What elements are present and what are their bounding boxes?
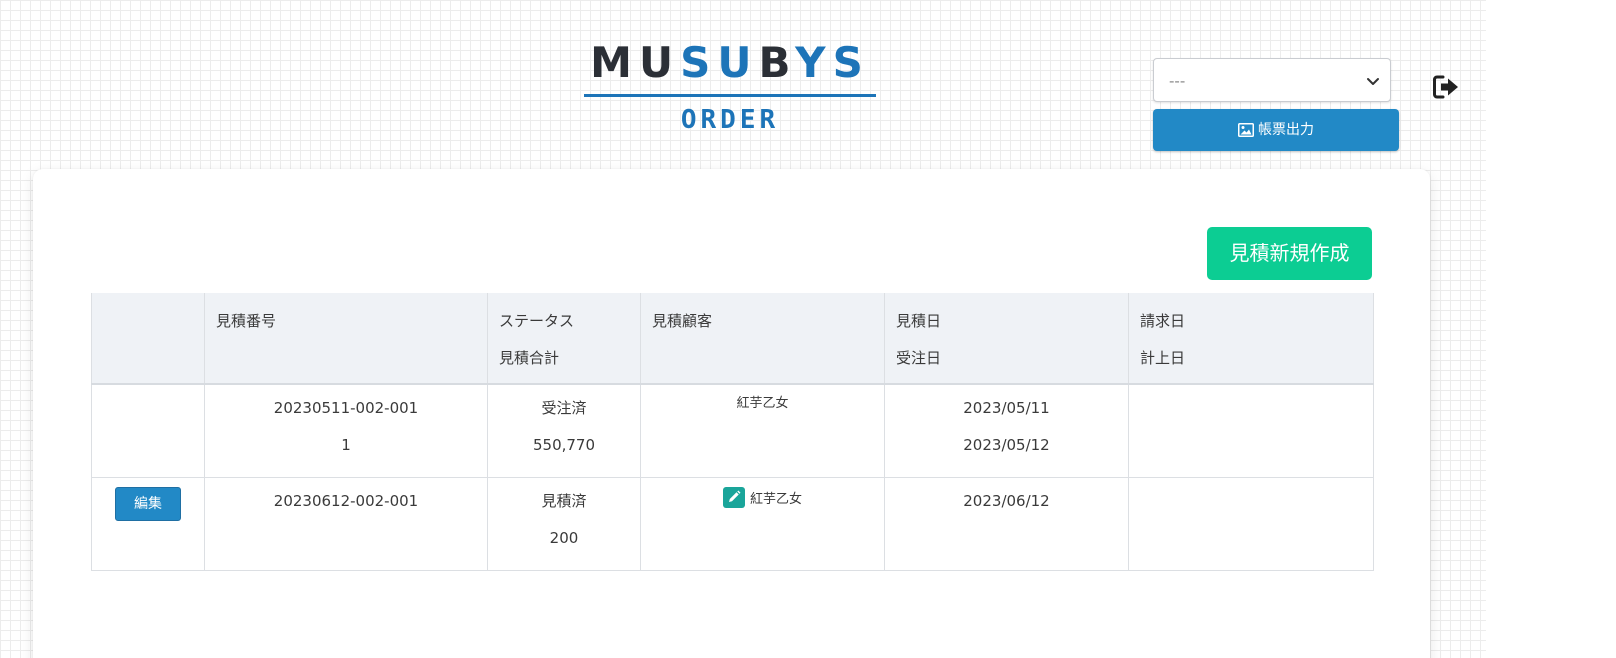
logo-subtitle: ORDER [680,105,780,135]
edit-button[interactable]: 編集 [115,487,181,521]
header-label: 見積日 [896,312,942,330]
logo-part-3: B [758,38,796,87]
order-date: 2023/05/12 [963,436,1050,454]
table-row: 編集 20230612-002-001 見積済 200 紅芋乙女 2023/06… [91,477,1374,571]
column-header-billing-posting-date: 請求日 計上日 [1128,293,1374,385]
estimate-number-cell: 20230511-002-001 1 [204,383,488,478]
image-icon [1238,123,1254,137]
estimate-date: 2023/06/12 [963,492,1050,510]
billing-date-cell [1128,477,1374,571]
actions-cell: 編集 [91,477,205,571]
status-text: 見積済 [541,492,587,510]
estimate-number: 20230612-002-001 [273,492,419,510]
logo-part-4: YS [795,38,870,87]
sign-out-icon[interactable] [1432,74,1460,100]
date-cell: 2023/06/12 [884,477,1129,571]
customer-cell: 紅芋乙女 [640,383,885,478]
header-label: 見積顧客 [652,312,713,330]
status-text: 受注済 [541,399,587,417]
header-label: ステータス [499,312,575,330]
logo-underline [584,94,876,97]
header-label: 見積合計 [499,349,560,367]
musubys-order-logo: MUSUBYS ORDER [584,40,876,140]
header-label: 受注日 [896,349,942,367]
status-total-cell: 見積済 200 [487,477,641,571]
table-header-row: 見積番号 ステータス 見積合計 見積顧客 見積日 受注日 請求日 計上日 [91,293,1374,385]
page-right-margin [1486,0,1616,658]
export-report-label: 帳票出力 [1258,122,1314,138]
estimate-table: 見積番号 ステータス 見積合計 見積顧客 見積日 受注日 請求日 計上日 202… [91,293,1374,571]
estimate-number: 20230511-002-001 [273,399,419,417]
column-header-estimate-number: 見積番号 [204,293,488,385]
column-header-actions [91,293,205,385]
column-header-customer: 見積顧客 [640,293,885,385]
report-select-value: --- [1169,72,1186,90]
logo-wordmark: MUSUBYS [584,40,876,86]
billing-date-cell [1128,383,1374,478]
export-report-button[interactable]: 帳票出力 [1153,109,1399,151]
estimate-date: 2023/05/11 [963,399,1050,417]
column-header-estimate-order-date: 見積日 受注日 [884,293,1129,385]
date-cell: 2023/05/11 2023/05/12 [884,383,1129,478]
pencil-icon[interactable] [722,487,745,508]
estimate-sub-number: 1 [341,436,351,454]
customer-cell: 紅芋乙女 [640,477,885,571]
logo-part-1: MU [590,38,681,87]
new-estimate-button[interactable]: 見積新規作成 [1207,227,1372,280]
customer-name: 紅芋乙女 [749,492,802,507]
header-label: 計上日 [1140,349,1186,367]
estimate-table-container: 見積番号 ステータス 見積合計 見積顧客 見積日 受注日 請求日 計上日 202… [91,293,1374,571]
header-label: 見積番号 [216,312,277,330]
column-header-status-total: ステータス 見積合計 [487,293,641,385]
table-row: 20230511-002-001 1 受注済 550,770 紅芋乙女 2023… [91,383,1374,478]
header-label: 請求日 [1140,312,1186,330]
status-total-cell: 受注済 550,770 [487,383,641,478]
report-select[interactable]: --- [1153,58,1391,102]
logo-part-2: SU [680,38,759,87]
estimate-total: 200 [549,529,579,547]
estimate-number-cell: 20230612-002-001 [204,477,488,571]
estimate-total: 550,770 [532,436,596,454]
customer-name: 紅芋乙女 [736,396,789,411]
chevron-down-icon [1367,78,1379,85]
actions-cell [91,383,205,478]
